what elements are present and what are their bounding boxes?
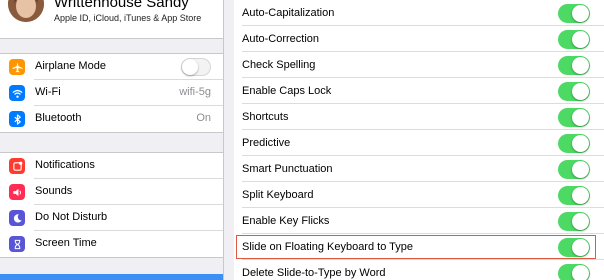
keyboard-settings-list: Auto-Capitalization Auto-Correction Chec… bbox=[234, 0, 604, 280]
bluetooth-icon bbox=[9, 111, 25, 127]
setting-row-auto-correction[interactable]: Auto-Correction bbox=[234, 26, 604, 52]
setting-row-split-keyboard[interactable]: Split Keyboard bbox=[234, 182, 604, 208]
setting-label: Auto-Correction bbox=[242, 33, 320, 45]
split-keyboard-toggle[interactable] bbox=[558, 186, 590, 205]
predictive-toggle[interactable] bbox=[558, 134, 590, 153]
moon-icon bbox=[9, 210, 25, 226]
setting-row-predictive[interactable]: Predictive bbox=[234, 130, 604, 156]
sidebar-item-label: Airplane Mode bbox=[35, 60, 106, 72]
sidebar-item-bluetooth[interactable]: Bluetooth On bbox=[0, 106, 223, 132]
enable-caps-lock-toggle[interactable] bbox=[558, 82, 590, 101]
check-spelling-toggle[interactable] bbox=[558, 56, 590, 75]
sidebar-item-airplane-mode[interactable]: Airplane Mode bbox=[0, 54, 223, 80]
notifications-group: Notifications Sounds Do Not Disturb Scre… bbox=[0, 152, 223, 258]
profile-name: Writtenhouse Sandy bbox=[54, 0, 189, 11]
wifi-icon bbox=[9, 85, 25, 101]
setting-label: Check Spelling bbox=[242, 59, 316, 71]
sidebar-item-notifications[interactable]: Notifications bbox=[0, 153, 223, 179]
sidebar-item-label: Notifications bbox=[35, 159, 95, 171]
bluetooth-status-value: On bbox=[196, 112, 211, 124]
setting-row-smart-punctuation[interactable]: Smart Punctuation bbox=[234, 156, 604, 182]
airplane-mode-toggle[interactable] bbox=[181, 58, 211, 76]
setting-row-enable-caps-lock[interactable]: Enable Caps Lock bbox=[234, 78, 604, 104]
auto-capitalization-toggle[interactable] bbox=[558, 4, 590, 23]
setting-row-enable-key-flicks[interactable]: Enable Key Flicks bbox=[234, 208, 604, 234]
setting-label: Delete Slide-to-Type by Word bbox=[242, 267, 386, 279]
sidebar-item-screen-time[interactable]: Screen Time bbox=[0, 231, 223, 257]
auto-correction-toggle[interactable] bbox=[558, 30, 590, 49]
setting-row-delete-slide-to-type-by-word[interactable]: Delete Slide-to-Type by Word bbox=[234, 260, 604, 280]
avatar bbox=[8, 0, 44, 22]
setting-label: Enable Caps Lock bbox=[242, 85, 332, 97]
sidebar-item-label: Wi-Fi bbox=[35, 86, 61, 98]
sidebar-item-label: Bluetooth bbox=[35, 112, 82, 124]
enable-key-flicks-toggle[interactable] bbox=[558, 212, 590, 231]
setting-label: Slide on Floating Keyboard to Type bbox=[242, 241, 414, 253]
setting-label: Enable Key Flicks bbox=[242, 215, 330, 227]
setting-row-auto-capitalization[interactable]: Auto-Capitalization bbox=[234, 0, 604, 26]
keyboard-settings-pane: Auto-Capitalization Auto-Correction Chec… bbox=[224, 0, 604, 280]
setting-label: Split Keyboard bbox=[242, 189, 314, 201]
airplane-icon bbox=[9, 59, 25, 75]
notifications-icon bbox=[9, 158, 25, 174]
profile-subtitle: Apple ID, iCloud, iTunes & App Store bbox=[54, 13, 202, 23]
sidebar-item-label: Screen Time bbox=[35, 237, 97, 249]
setting-row-shortcuts[interactable]: Shortcuts bbox=[234, 104, 604, 130]
connectivity-group: Airplane Mode Wi-Fi wifi-5g Bluetooth On bbox=[0, 53, 223, 133]
apple-id-profile[interactable]: Writtenhouse Sandy Apple ID, iCloud, iTu… bbox=[0, 0, 223, 39]
sounds-icon bbox=[9, 184, 25, 200]
setting-label: Smart Punctuation bbox=[242, 163, 333, 175]
setting-row-slide-on-floating-keyboard[interactable]: Slide on Floating Keyboard to Type bbox=[234, 234, 604, 260]
setting-label: Shortcuts bbox=[242, 111, 289, 123]
delete-slide-to-type-by-word-toggle[interactable] bbox=[558, 264, 590, 280]
sidebar-item-wifi[interactable]: Wi-Fi wifi-5g bbox=[0, 80, 223, 106]
setting-label: Auto-Capitalization bbox=[242, 7, 335, 19]
setting-label: Predictive bbox=[242, 137, 291, 149]
shortcuts-toggle[interactable] bbox=[558, 108, 590, 127]
slide-on-floating-keyboard-toggle[interactable] bbox=[558, 238, 590, 257]
wifi-network-value: wifi-5g bbox=[179, 86, 211, 98]
selected-sidebar-item[interactable] bbox=[0, 274, 223, 280]
sidebar-item-do-not-disturb[interactable]: Do Not Disturb bbox=[0, 205, 223, 231]
settings-sidebar: Writtenhouse Sandy Apple ID, iCloud, iTu… bbox=[0, 0, 224, 280]
setting-row-check-spelling[interactable]: Check Spelling bbox=[234, 52, 604, 78]
sidebar-item-label: Sounds bbox=[35, 185, 73, 197]
sidebar-item-label: Do Not Disturb bbox=[35, 211, 108, 223]
sidebar-item-sounds[interactable]: Sounds bbox=[0, 179, 223, 205]
hourglass-icon bbox=[9, 236, 25, 252]
smart-punctuation-toggle[interactable] bbox=[558, 160, 590, 179]
